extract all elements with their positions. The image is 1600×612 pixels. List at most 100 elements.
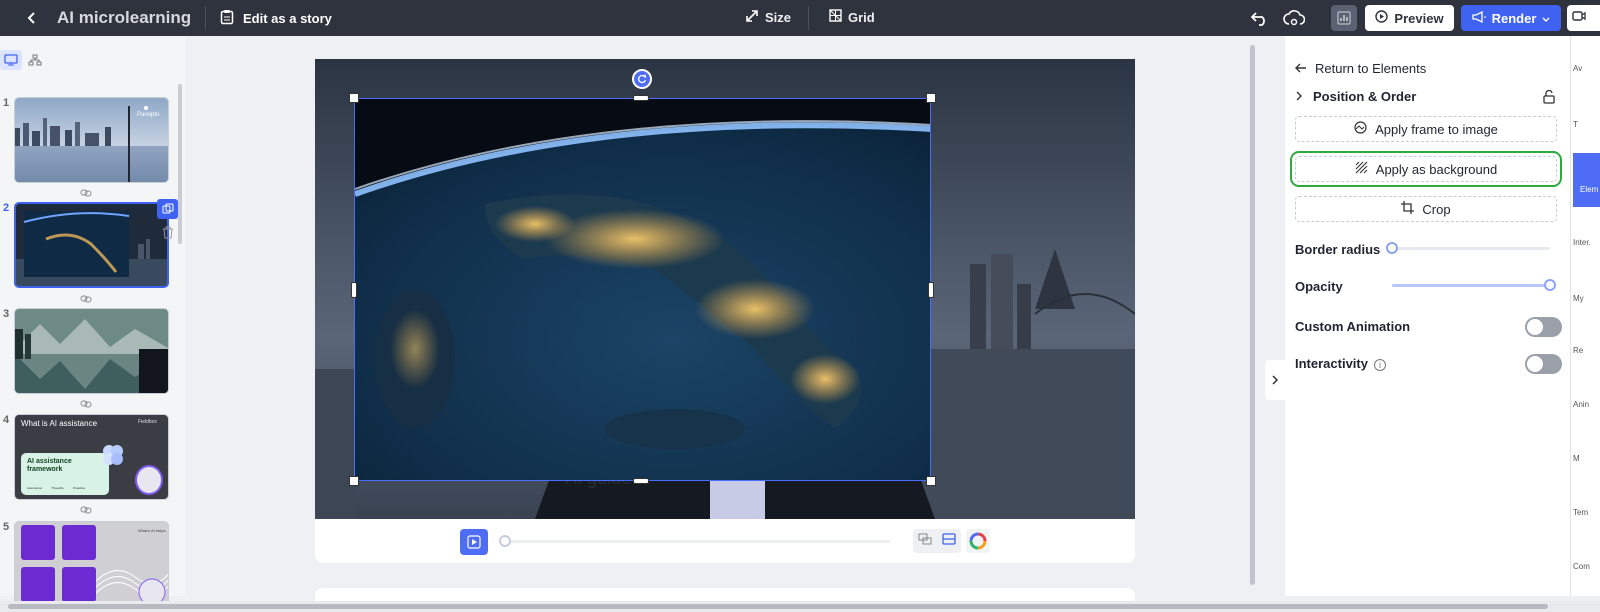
border-radius-slider[interactable] — [1392, 247, 1550, 250]
rotate-handle-icon[interactable] — [632, 69, 652, 89]
properties-panel: Return to Elements Position & Order Appl… — [1285, 36, 1570, 596]
frame-icon — [1354, 121, 1367, 137]
scrollbar-thumb[interactable] — [8, 604, 1548, 609]
mountain-lake-image — [15, 309, 168, 393]
render-label: Render — [1491, 10, 1537, 26]
timeline-track[interactable] — [500, 540, 890, 543]
rail-item-elements[interactable]: Elem — [1573, 153, 1600, 207]
border-radius-label: Border radius — [1295, 242, 1381, 257]
trash-icon[interactable] — [157, 222, 178, 242]
resize-handle[interactable] — [349, 93, 359, 103]
grid-icon — [829, 9, 842, 25]
render-button[interactable]: Render — [1461, 5, 1561, 31]
arrow-left-icon — [1295, 61, 1307, 76]
divider — [205, 6, 206, 30]
link-icon[interactable] — [80, 291, 92, 303]
slide-5-graphic: What's AI helps — [15, 522, 168, 606]
clover-graphic — [100, 443, 126, 467]
tools-rail: Av T Elem Inter. My Re Anin M Tem Com — [1570, 36, 1600, 596]
megaphone-icon — [1471, 10, 1486, 26]
resize-handle[interactable] — [633, 95, 649, 101]
rail-item[interactable]: Inter. — [1573, 238, 1600, 247]
scrollbar[interactable] — [178, 84, 182, 244]
position-order-toggle[interactable]: Position & Order — [1295, 89, 1555, 104]
apply-as-background-button[interactable]: Apply as background — [1290, 151, 1562, 187]
slide-4-title: What is AI assistance — [21, 419, 98, 428]
rail-item[interactable]: Re — [1573, 346, 1600, 355]
link-icon[interactable] — [80, 396, 92, 408]
tree-view-icon[interactable] — [24, 50, 46, 70]
crop-label: Crop — [1422, 201, 1451, 217]
slides-view-icon[interactable] — [0, 50, 22, 70]
clipboard-icon — [220, 9, 234, 28]
rail-item[interactable]: My — [1573, 294, 1600, 303]
interactivity-row: Interactivity i — [1295, 356, 1386, 371]
return-to-elements-link[interactable]: Return to Elements — [1295, 61, 1426, 76]
rail-item[interactable]: Tem — [1573, 508, 1600, 517]
analytics-icon[interactable] — [1331, 5, 1357, 31]
slide-thumbnail-1[interactable]: Panopto — [14, 97, 169, 183]
resize-handle[interactable] — [351, 282, 357, 298]
rail-item[interactable]: Anin — [1573, 400, 1600, 409]
split-layout-icon[interactable] — [918, 532, 932, 550]
apply-background-label: Apply as background — [1375, 161, 1498, 177]
interactivity-toggle[interactable] — [1525, 354, 1562, 374]
selected-image-element[interactable] — [354, 98, 931, 481]
custom-animation-toggle[interactable] — [1525, 317, 1562, 337]
play-circle-icon — [1375, 10, 1389, 26]
framework-card-title: AI assistance framework — [27, 458, 72, 473]
undo-icon[interactable] — [1248, 7, 1272, 29]
camera-button[interactable] — [1567, 5, 1600, 31]
top-bar: AI microlearning Edit as a story Size Gr… — [0, 0, 1600, 36]
horizontal-scrollbar[interactable] — [0, 601, 1600, 612]
resize-handle[interactable] — [633, 478, 649, 484]
video-camera-icon — [1572, 9, 1586, 27]
back-arrow-icon[interactable] — [22, 8, 42, 28]
opacity-knob[interactable] — [1544, 279, 1556, 291]
custom-animation-label: Custom Animation — [1295, 319, 1411, 334]
opacity-fill — [1392, 284, 1550, 287]
timeline-knob[interactable] — [499, 535, 511, 547]
slide-thumbnail-5[interactable]: What's AI helps — [14, 521, 169, 607]
cloud-sync-icon[interactable] — [1282, 7, 1306, 29]
avatar — [135, 465, 163, 495]
position-order-label: Position & Order — [1313, 89, 1417, 104]
chevron-right-icon — [1295, 89, 1303, 104]
rail-item[interactable]: Com — [1573, 562, 1600, 571]
resize-handle[interactable] — [349, 476, 359, 486]
slide-thumbnail-4[interactable]: What is AI assistance Fieldbox AI assist… — [14, 414, 169, 500]
info-icon[interactable]: i — [1373, 358, 1386, 371]
resize-handle[interactable] — [926, 476, 936, 486]
unlock-icon[interactable] — [1543, 89, 1555, 109]
preview-button[interactable]: Preview — [1365, 5, 1454, 31]
size-button[interactable]: Size — [745, 9, 791, 26]
rail-item[interactable]: Av — [1573, 64, 1600, 73]
grid-button[interactable]: Grid — [829, 9, 875, 25]
slide-thumbnail-3[interactable] — [14, 308, 169, 394]
duplicate-icon[interactable] — [157, 199, 178, 219]
resize-handle[interactable] — [928, 282, 934, 298]
stack-layout-icon[interactable] — [942, 532, 956, 550]
color-wheel-icon[interactable] — [966, 529, 990, 553]
return-label: Return to Elements — [1315, 61, 1427, 76]
collapse-panel-button[interactable] — [1265, 360, 1285, 400]
interactivity-label: Interactivity — [1295, 356, 1368, 371]
resize-handle[interactable] — [926, 93, 936, 103]
rail-item[interactable]: T — [1573, 120, 1600, 129]
border-radius-knob[interactable] — [1386, 242, 1398, 254]
link-icon[interactable] — [80, 185, 92, 197]
crop-button[interactable]: Crop — [1295, 196, 1557, 222]
edit-as-story-button[interactable]: Edit as a story — [220, 9, 332, 28]
opacity-slider[interactable] — [1392, 284, 1550, 287]
slide-thumbnail-2[interactable] — [14, 202, 169, 288]
preview-label: Preview — [1394, 10, 1444, 26]
edit-as-story-label: Edit as a story — [243, 11, 332, 26]
layout-toggle — [913, 529, 961, 553]
apply-frame-button[interactable]: Apply frame to image — [1295, 116, 1557, 142]
tag: Thoughts — [51, 486, 64, 490]
play-button[interactable] — [460, 529, 488, 555]
rail-item[interactable]: M — [1573, 454, 1600, 463]
scrollbar[interactable] — [1250, 45, 1255, 585]
link-icon[interactable] — [80, 502, 92, 514]
crop-icon — [1401, 201, 1415, 217]
